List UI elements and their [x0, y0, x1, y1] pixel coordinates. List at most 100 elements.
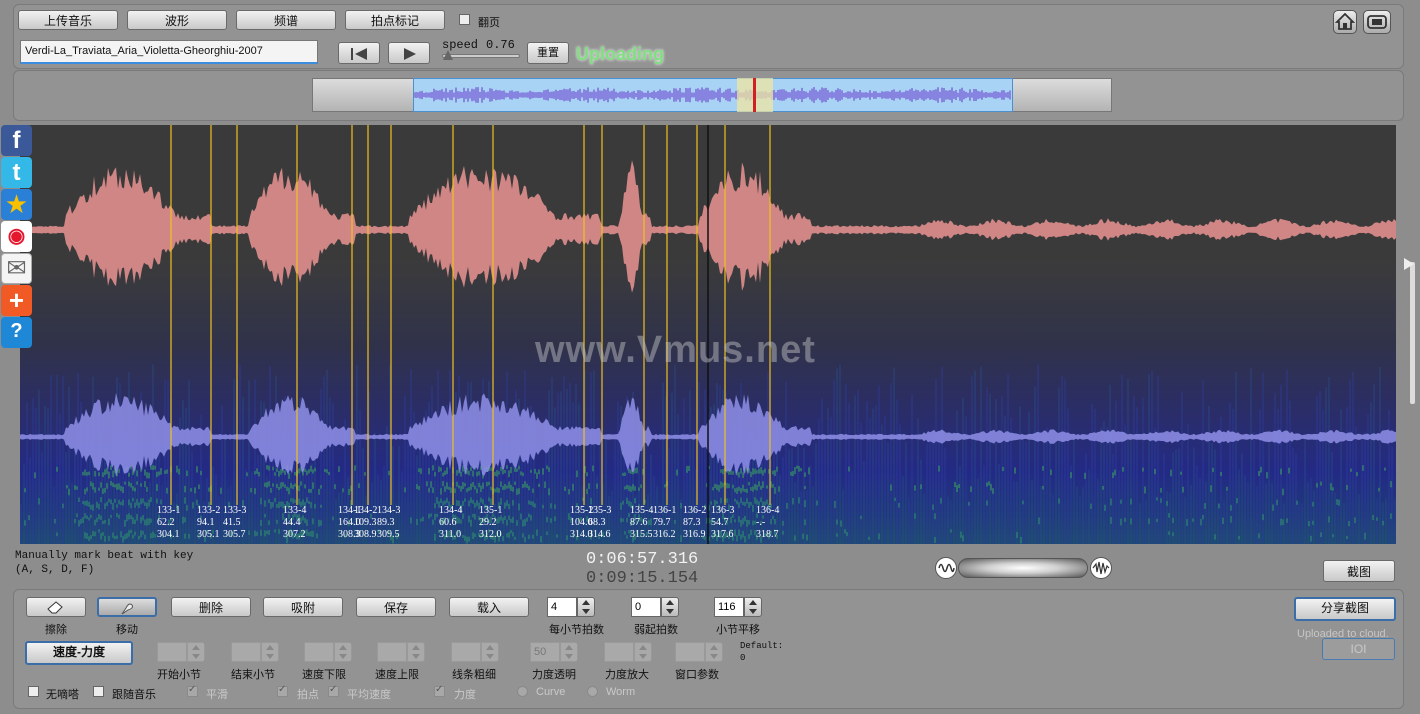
- skip-back-icon: [351, 48, 367, 60]
- beat-label-b: 307.2: [283, 529, 306, 540]
- fullscreen-button[interactable]: [1363, 10, 1391, 34]
- dyn-scale-arrows[interactable]: [634, 642, 652, 662]
- page-turn-label: 翻页: [478, 17, 500, 29]
- screenshot-button[interactable]: 截图: [1323, 560, 1395, 582]
- beat-label-t: 135-4: [630, 505, 654, 516]
- overview-playhead[interactable]: [753, 78, 756, 112]
- beat-label-t: 133-3: [223, 505, 247, 516]
- line-width-input[interactable]: [451, 642, 481, 662]
- page-turn-checkbox[interactable]: [459, 14, 470, 25]
- move-button[interactable]: [97, 597, 157, 617]
- erase-button[interactable]: [26, 597, 86, 617]
- window-param-arrows[interactable]: [705, 642, 723, 662]
- add-icon: +: [8, 285, 25, 315]
- overview-viewport[interactable]: [413, 78, 1013, 112]
- start-bar-arrows[interactable]: [187, 642, 205, 662]
- delete-button[interactable]: 删除: [171, 597, 251, 617]
- no-tick-label: 无嘀嗒: [46, 689, 79, 701]
- curve-radio[interactable]: [517, 686, 528, 697]
- dynamics-checkbox[interactable]: [434, 684, 445, 697]
- beat-label-b: 309.5: [377, 529, 400, 540]
- fullscreen-icon: [1367, 15, 1387, 29]
- main-display[interactable]: www.Vmus.net 133-1 62.2 304.1 133-2 94.1 305.…: [20, 125, 1396, 544]
- overview-waveform: [414, 87, 1011, 103]
- move-label: 移动: [116, 624, 138, 636]
- beat-label-b: 314.6: [588, 529, 611, 540]
- smooth-checkbox[interactable]: [187, 684, 198, 697]
- bar-offset-input[interactable]: [714, 597, 744, 617]
- upload-music-button[interactable]: 上传音乐: [18, 10, 118, 30]
- twitter-button[interactable]: t: [1, 157, 32, 188]
- window-param-label: 窗口参数: [675, 669, 719, 681]
- dyn-alpha-arrows[interactable]: [560, 642, 578, 662]
- smooth-label: 平滑: [206, 689, 228, 701]
- speed-max-label: 速度上限: [375, 669, 419, 681]
- file-name-field[interactable]: Verdi-La_Traviata_Aria_Violetta-Gheorghi…: [20, 40, 318, 64]
- hint-line-1: Manually mark beat with key: [15, 550, 194, 562]
- end-bar-input[interactable]: [231, 642, 261, 662]
- load-button[interactable]: 载入: [449, 597, 529, 617]
- reset-button[interactable]: 重置: [527, 42, 569, 64]
- follow-music-checkbox[interactable]: [93, 686, 104, 697]
- snap-button[interactable]: 吸附: [263, 597, 343, 617]
- volume-waveform-icon[interactable]: [1090, 557, 1112, 579]
- volume-wave-icon[interactable]: [935, 557, 957, 579]
- add-button[interactable]: +: [1, 285, 32, 316]
- facebook-button[interactable]: f: [1, 125, 32, 156]
- beat-label-a: 94.1: [197, 517, 215, 528]
- pickup-arrows[interactable]: [661, 597, 679, 617]
- speed-dynamics-button[interactable]: 速度-力度: [25, 641, 133, 665]
- weibo-icon: ◉: [7, 225, 26, 247]
- home-icon: [1334, 12, 1356, 30]
- speed-value: 0.76: [486, 38, 515, 52]
- beat-label-a: 60.6: [439, 517, 457, 528]
- vertical-scrollbar[interactable]: [1410, 262, 1415, 404]
- beats-per-bar-input[interactable]: [547, 597, 577, 617]
- email-button[interactable]: ✉: [1, 253, 32, 284]
- start-bar-input[interactable]: [157, 642, 187, 662]
- curve-label: Curve: [536, 686, 566, 698]
- end-bar-label: 结束小节: [231, 669, 275, 681]
- speed-slider-handle[interactable]: [443, 50, 454, 60]
- line-width-arrows[interactable]: [481, 642, 499, 662]
- spectrum-button[interactable]: 频谱: [236, 10, 336, 30]
- dyn-scale-input[interactable]: [604, 642, 634, 662]
- beat-label-b: 318.7: [756, 529, 779, 540]
- ioi-button[interactable]: IOI: [1322, 638, 1395, 660]
- no-tick-checkbox[interactable]: [28, 686, 39, 697]
- speed-min-input[interactable]: [304, 642, 334, 662]
- play-button[interactable]: [388, 42, 430, 64]
- pickup-input[interactable]: [631, 597, 661, 617]
- end-bar-arrows[interactable]: [261, 642, 279, 662]
- twitter-icon: t: [12, 159, 21, 186]
- beats-per-bar-arrows[interactable]: [577, 597, 595, 617]
- save-button[interactable]: 保存: [356, 597, 436, 617]
- beat-label-t: 133-1: [157, 505, 181, 516]
- skip-back-button[interactable]: [338, 42, 380, 64]
- volume-slider[interactable]: [958, 558, 1088, 578]
- weibo-button[interactable]: ◉: [1, 221, 32, 252]
- speed-max-arrows[interactable]: [407, 642, 425, 662]
- bar-offset-arrows[interactable]: [744, 597, 762, 617]
- worm-radio[interactable]: [587, 686, 598, 697]
- beat-label-t: 136-2: [683, 505, 707, 516]
- avg-speed-checkbox[interactable]: [328, 684, 339, 697]
- speed-slider[interactable]: [442, 54, 520, 58]
- dyn-alpha-input[interactable]: [530, 642, 560, 662]
- dynamics-label: 力度: [454, 689, 476, 701]
- beat-label-a: 29.2: [479, 517, 497, 528]
- share-screenshot-button[interactable]: 分享截图: [1294, 597, 1396, 621]
- scroll-arrow-icon[interactable]: [1404, 258, 1414, 270]
- speed-max-input[interactable]: [377, 642, 407, 662]
- home-button[interactable]: [1333, 10, 1357, 34]
- beat-label-t: 134-2: [354, 505, 378, 516]
- window-param-input[interactable]: [675, 642, 705, 662]
- beat-point-checkbox[interactable]: [277, 684, 288, 697]
- beat-label-b: 304.1: [157, 529, 180, 540]
- beat-mark-button[interactable]: 拍点标记: [345, 10, 445, 30]
- waveform-button[interactable]: 波形: [127, 10, 227, 30]
- help-button[interactable]: ?: [1, 317, 32, 348]
- speed-min-arrows[interactable]: [334, 642, 352, 662]
- favorite-button[interactable]: ★: [1, 189, 32, 220]
- beat-label-b: 316.9: [683, 529, 706, 540]
